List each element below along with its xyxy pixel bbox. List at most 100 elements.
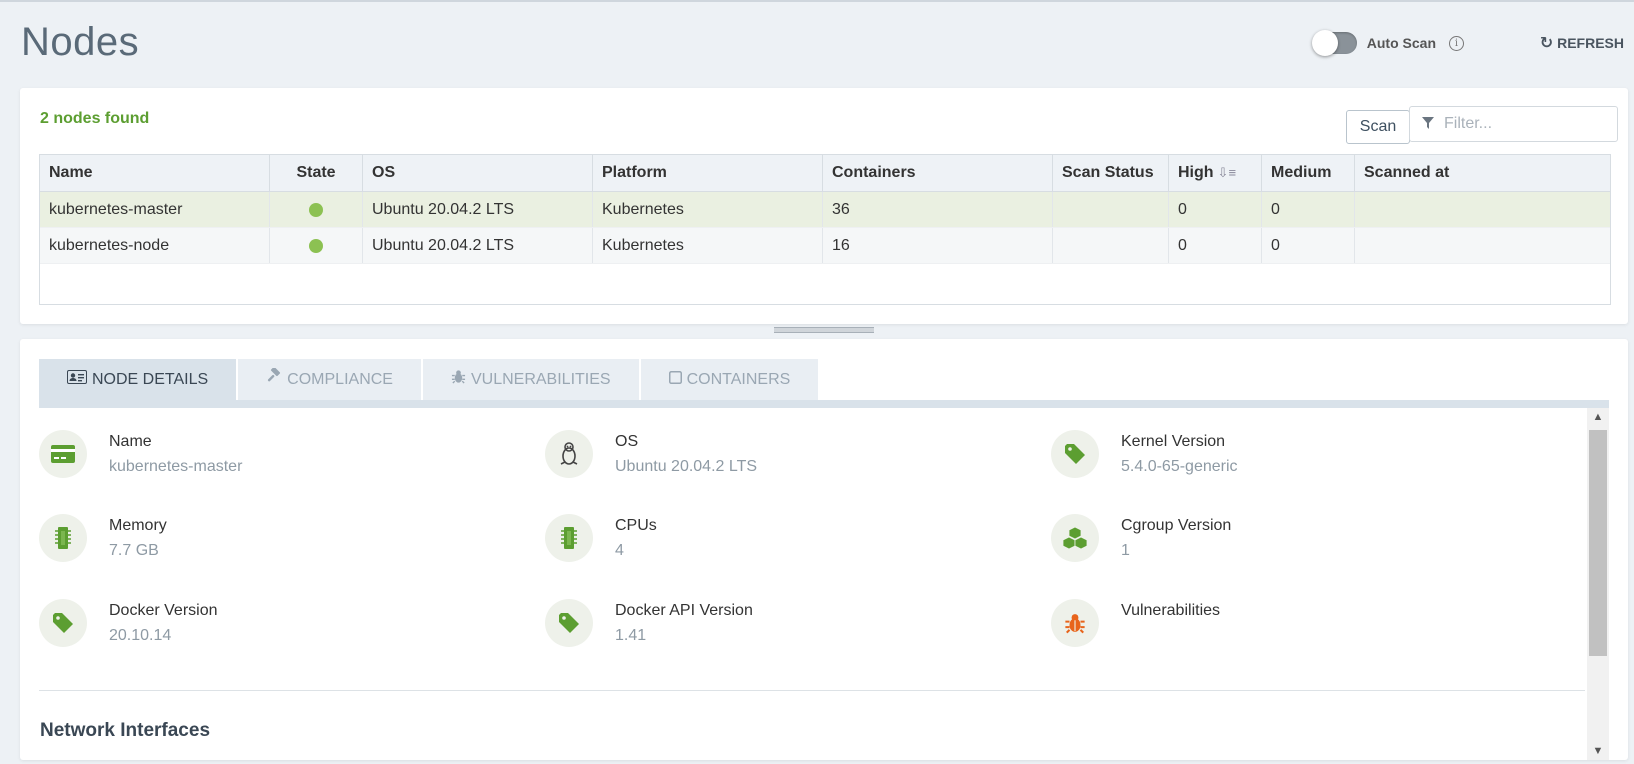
filter-input[interactable] (1442, 114, 1606, 134)
pane-resize-handle[interactable] (774, 327, 874, 333)
cell-scan-status (1053, 228, 1169, 263)
details-scrollbar[interactable]: ▲ ▼ (1587, 408, 1609, 760)
column-header-medium[interactable]: Medium (1262, 155, 1355, 191)
detail-docker-api-version: Docker API Version 1.41 (545, 599, 1005, 659)
scroll-down-icon[interactable]: ▼ (1587, 742, 1609, 760)
cell-medium: 0 (1262, 228, 1355, 263)
column-header-scanned-at[interactable]: Scanned at (1355, 155, 1560, 191)
detail-value: 1 (1121, 542, 1130, 559)
tab-containers[interactable]: CONTAINERS (640, 359, 819, 401)
cell-medium: 0 (1262, 192, 1355, 227)
detail-label: Docker API Version (615, 602, 753, 619)
tab-label: VULNERABILITIES (470, 371, 611, 388)
cell-os: Ubuntu 20.04.2 LTS (363, 228, 593, 263)
cell-platform: Kubernetes (593, 192, 823, 227)
detail-cgroup-version: Cgroup Version 1 (1051, 514, 1511, 574)
column-header-platform[interactable]: Platform (593, 155, 823, 191)
cell-scan-status (1053, 192, 1169, 227)
cell-containers: 36 (823, 192, 1053, 227)
detail-label: Kernel Version (1121, 433, 1226, 450)
tab-node-details[interactable]: NODE DETAILS (39, 359, 237, 401)
tag-icon (545, 599, 593, 647)
details-card: NODE DETAILS COMPLIANCE VULNERABILITIES … (20, 339, 1628, 760)
table-header: Name State OS Platform Containers Scan S… (40, 155, 1610, 192)
auto-scan-control: Auto Scan i (1311, 30, 1464, 56)
nodes-count: 2 nodes found (40, 110, 150, 127)
filter-icon (1422, 116, 1434, 132)
section-divider (39, 690, 1585, 691)
column-header-name[interactable]: Name (40, 155, 270, 191)
scan-button[interactable]: Scan (1346, 110, 1410, 144)
page-title: Nodes (21, 20, 140, 64)
nodes-card: 2 nodes found Scan Name State OS Platfor… (20, 88, 1628, 324)
detail-value: 4 (615, 542, 624, 559)
cubes-icon (1051, 514, 1099, 562)
cell-os: Ubuntu 20.04.2 LTS (363, 192, 593, 227)
column-header-scan-status[interactable]: Scan Status (1053, 155, 1169, 191)
node-details-panel: Name kubernetes-master OS Ubuntu 20.04.2… (39, 408, 1585, 760)
id-card-icon (67, 359, 87, 401)
detail-kernel-version: Kernel Version 5.4.0-65-generic (1051, 430, 1511, 490)
refresh-icon: ↻ (1539, 35, 1554, 52)
detail-cpus: CPUs 4 (545, 514, 1005, 574)
tab-vulnerabilities[interactable]: VULNERABILITIES (422, 359, 639, 401)
detail-value: 1.41 (615, 627, 647, 644)
nodes-table: Name State OS Platform Containers Scan S… (39, 154, 1611, 305)
cell-high: 0 (1169, 192, 1262, 227)
auto-scan-toggle[interactable] (1311, 30, 1357, 56)
linux-icon (545, 430, 593, 478)
column-header-containers[interactable]: Containers (823, 155, 1053, 191)
cell-containers: 16 (823, 228, 1053, 263)
column-header-high[interactable]: High ⇩≡ (1169, 155, 1262, 191)
table-row[interactable]: kubernetes-node Ubuntu 20.04.2 LTS Kuber… (40, 228, 1610, 264)
tab-label: NODE DETAILS (92, 371, 209, 388)
detail-name: Name kubernetes-master (39, 430, 499, 490)
detail-label: Vulnerabilities (1121, 602, 1221, 619)
info-icon[interactable]: i (1449, 35, 1464, 51)
scrollbar-thumb[interactable] (1589, 430, 1607, 656)
column-header-high-label: High (1178, 164, 1214, 181)
state-running-icon (309, 202, 323, 217)
gavel-icon (266, 359, 282, 401)
tab-strip (39, 400, 1609, 408)
square-icon (668, 359, 682, 401)
tab-compliance[interactable]: COMPLIANCE (238, 359, 421, 401)
cell-name: kubernetes-node (40, 228, 270, 263)
detail-value: 20.10.14 (109, 627, 172, 644)
cell-platform: Kubernetes (593, 228, 823, 263)
tag-icon (39, 599, 87, 647)
column-header-os[interactable]: OS (363, 155, 593, 191)
detail-value: 7.7 GB (109, 542, 159, 559)
tag-icon (1051, 430, 1099, 478)
detail-label: Name (109, 433, 152, 450)
refresh-button[interactable]: ↻ REFRESH (1540, 33, 1624, 53)
detail-label: Docker Version (109, 602, 218, 619)
column-header-state[interactable]: State (270, 155, 363, 191)
memory-icon (39, 514, 87, 562)
network-interfaces-heading: Network Interfaces (40, 720, 211, 741)
detail-label: Cgroup Version (1121, 517, 1232, 534)
table-row[interactable]: kubernetes-master Ubuntu 20.04.2 LTS Kub… (40, 192, 1610, 228)
cell-scanned-at (1355, 192, 1560, 227)
toggle-knob (1311, 30, 1338, 56)
auto-scan-label: Auto Scan (1366, 35, 1436, 51)
detail-memory: Memory 7.7 GB (39, 514, 499, 574)
cpu-icon (545, 514, 593, 562)
bug-icon (1051, 599, 1099, 647)
scroll-up-icon[interactable]: ▲ (1587, 408, 1609, 426)
card-icon (39, 430, 87, 478)
detail-os: OS Ubuntu 20.04.2 LTS (545, 430, 1005, 490)
state-running-icon (309, 238, 323, 253)
detail-label: CPUs (615, 517, 657, 534)
detail-value: Ubuntu 20.04.2 LTS (615, 458, 758, 475)
cell-scanned-at (1355, 228, 1560, 263)
cell-name: kubernetes-master (40, 192, 270, 227)
cell-state (270, 228, 363, 263)
details-tabs: NODE DETAILS COMPLIANCE VULNERABILITIES … (39, 359, 820, 401)
detail-docker-version: Docker Version 20.10.14 (39, 599, 499, 659)
refresh-label: REFRESH (1557, 35, 1624, 51)
filter-field[interactable] (1409, 106, 1618, 142)
bug-icon (451, 359, 466, 401)
detail-label: OS (615, 433, 639, 450)
top-border (0, 0, 1634, 2)
